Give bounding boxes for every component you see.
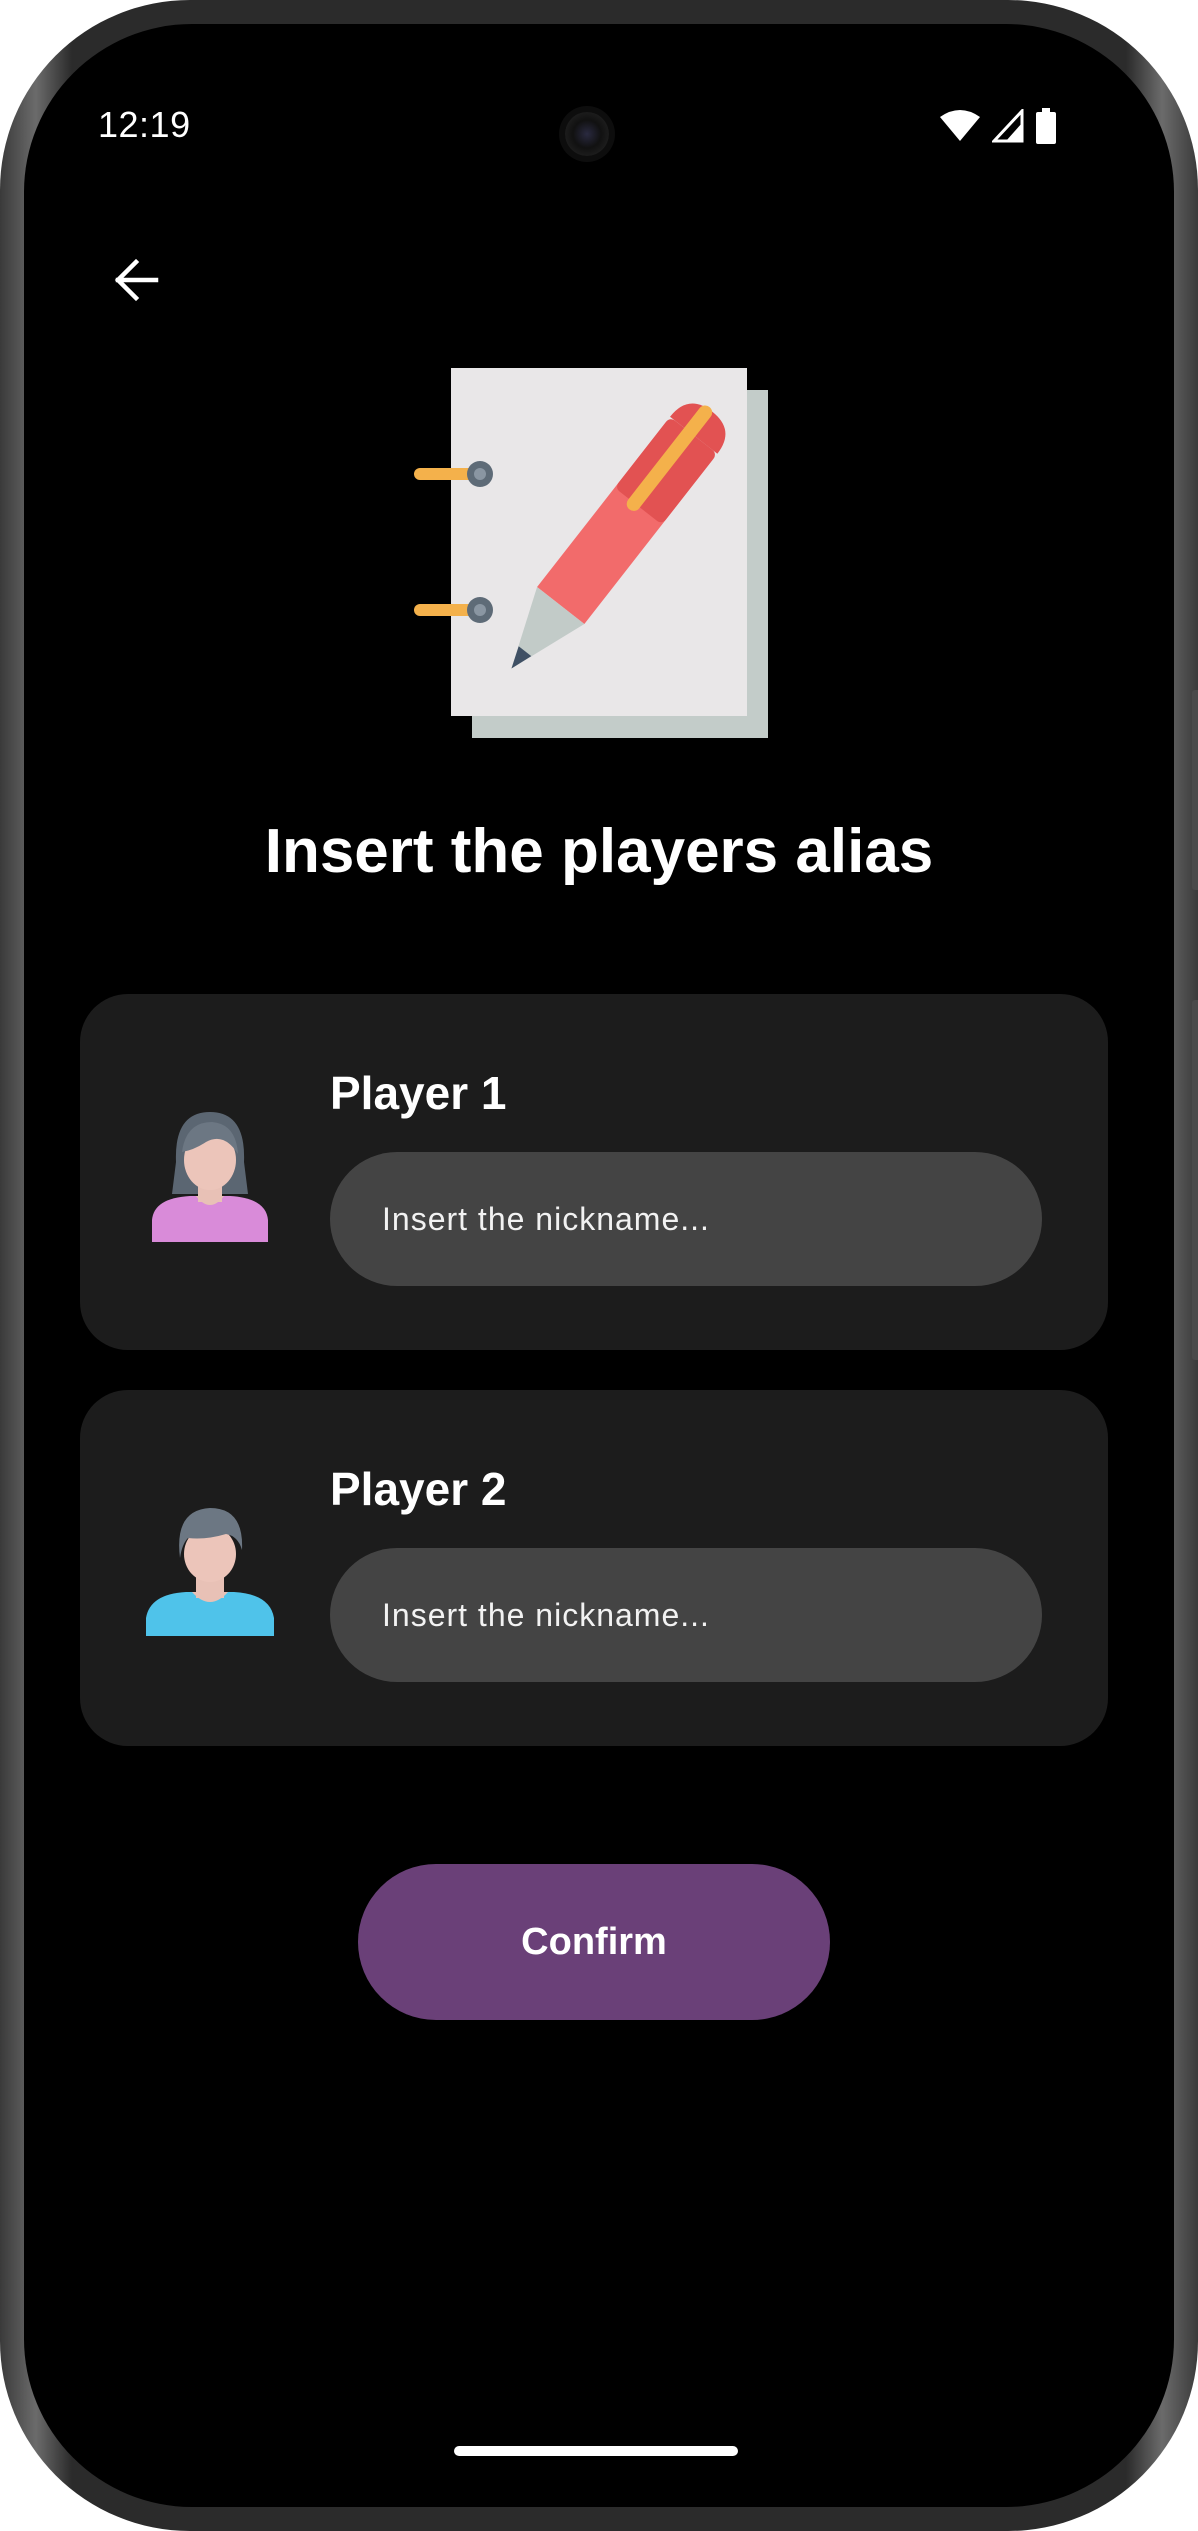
- woman-avatar-icon: [140, 1102, 280, 1242]
- nickname-input[interactable]: [330, 1152, 1042, 1286]
- app-screen: 12:19 Insert the players alias Player 1 …: [24, 24, 1174, 2507]
- status-time: 12:19: [98, 104, 191, 145]
- page-title: Insert the players alias: [264, 817, 934, 886]
- phone-frame: 12:19 Insert the players alias Player 1 …: [0, 0, 1198, 2531]
- cellular-signal-icon: [992, 109, 1024, 143]
- power-button: [1192, 1000, 1198, 1360]
- nickname-input[interactable]: [330, 1548, 1042, 1682]
- player-card: Player 1: [80, 994, 1108, 1350]
- arrow-left-icon: [114, 258, 159, 302]
- battery-icon: [1036, 108, 1056, 144]
- back-button[interactable]: [96, 240, 176, 320]
- man-avatar-icon: [140, 1496, 280, 1636]
- front-camera: [565, 112, 609, 156]
- volume-button: [1192, 690, 1198, 890]
- confirm-button[interactable]: Confirm: [358, 1864, 830, 2020]
- player-label: Player 1: [330, 1067, 507, 1119]
- player-card: Player 2: [80, 1390, 1108, 1746]
- status-icons: [940, 108, 1056, 144]
- wifi-icon: [940, 110, 980, 141]
- player-label: Player 2: [330, 1463, 507, 1515]
- home-indicator[interactable]: [454, 2446, 738, 2456]
- status-bar: 12:19: [24, 24, 1174, 156]
- hero-illustration: [400, 368, 820, 788]
- notebook-pencil-icon: [414, 368, 768, 738]
